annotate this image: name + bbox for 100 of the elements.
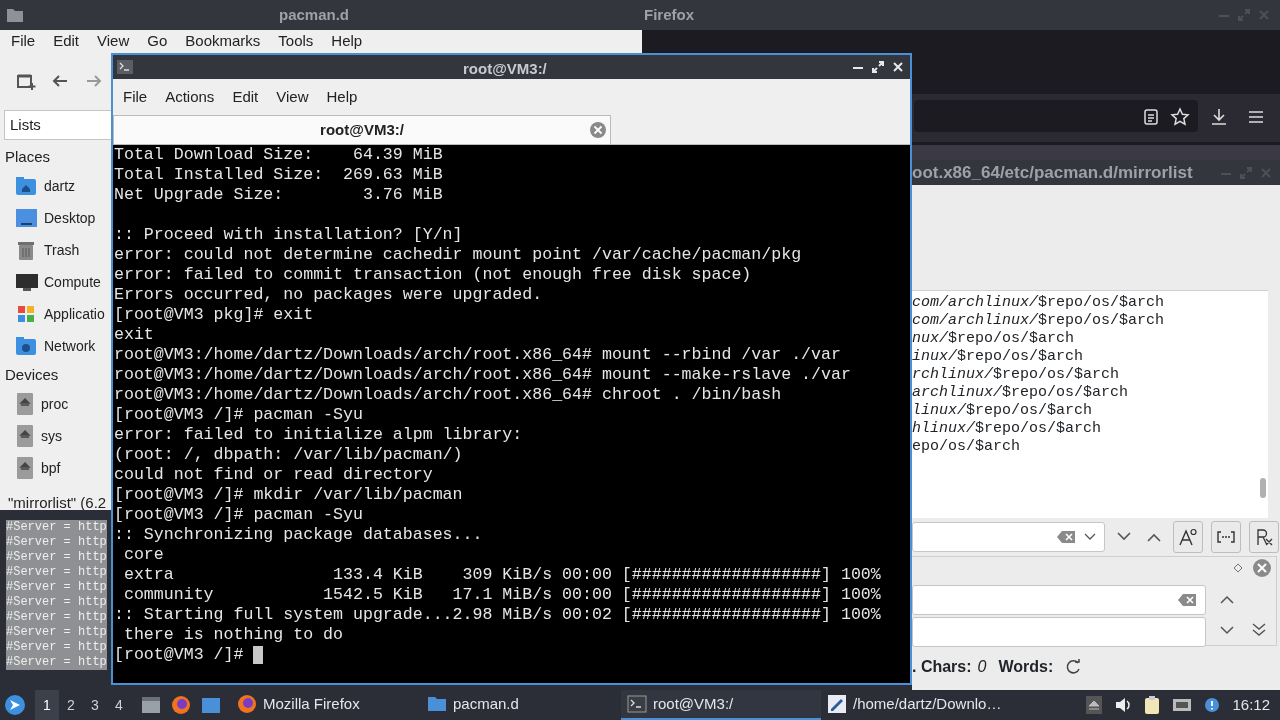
link[interactable]: rchlinux/ [912,366,993,383]
terminal-line: :: Proceed with installation? [Y/n] [114,225,464,245]
link[interactable]: hlinux/ [912,420,975,437]
drive-icon [15,424,35,448]
regex-button[interactable] [1249,521,1279,553]
reader-view-icon[interactable] [1142,108,1160,126]
caret-icon[interactable] [1084,532,1096,542]
window-title: Firefox [644,4,694,25]
sidebar-item[interactable]: Desktop [44,207,96,229]
network-icon[interactable] [1172,697,1193,713]
code-line: epo/os/$arch [912,438,1022,456]
regex-icon [1254,527,1274,547]
link[interactable]: com/archlinux/ [912,294,1039,311]
status-label: . Chars: [912,657,972,677]
window-title: oot.x86_64/etc/pacman.d/mirrorlist [912,161,1193,184]
taskbar-button[interactable]: Mozilla Firefox [231,690,421,720]
workspace-button[interactable]: 3 [83,690,107,720]
workspace-button[interactable]: 1 [35,690,59,720]
menu-item[interactable]: Help [322,30,372,53]
link[interactable]: inux/ [912,348,957,365]
terminal-line: [root@VM3 /]# mkdir /var/lib/pacman [114,485,464,505]
replace-field[interactable] [912,617,1206,647]
double-down-arrow-icon[interactable] [1250,623,1268,637]
sidebar-item[interactable]: Trash [44,239,80,261]
menu-item[interactable]: Tools [269,30,323,53]
whole-words-button[interactable] [1211,521,1241,553]
taskbar-button[interactable]: /home/dartz/Downlo… [821,690,1061,720]
terminal-line: [root@VM3 pkg]# exit [114,305,315,325]
menu-item[interactable]: View [88,30,139,53]
code-line: inux/$repo/os/$arch [912,348,1085,366]
menu-item[interactable]: File [114,85,157,109]
drive-icon [15,456,35,480]
find-field[interactable] [912,522,1105,552]
text-cursor [253,646,264,664]
menu-item[interactable]: Help [317,85,367,109]
window-icon[interactable] [201,696,221,714]
terminal-line: community 1542.5 KiB 17.1 MiB/s 00:00 [###################] 100% [122,585,882,605]
file-manager-icon[interactable] [141,696,161,714]
maximize-icon[interactable] [870,59,886,75]
taskbar-button[interactable]: pacman.d [421,690,621,720]
sidebar-item[interactable]: dartz [44,175,76,197]
eject-icon[interactable] [1086,696,1103,714]
terminal-line: Errors occurred, no packages were upgraded. [114,285,544,305]
volume-icon[interactable] [1114,696,1133,714]
link[interactable]: linux/ [912,402,966,419]
terminal-line: there is nothing to do [122,625,345,645]
scrollbar-thumb[interactable] [1260,478,1266,498]
sidebar-item[interactable]: Network [44,335,96,357]
menu-item[interactable]: File [2,30,45,53]
terminal-line: root@VM3:/home/dartz/Downloads/arch/root.x86_64# chroot . /bin/bash [114,385,783,405]
terminal-line: root@VM3:/home/dartz/Downloads/arch/root.x86_64# mount --rbind /var ./var [114,345,842,365]
terminal-line: root@VM3:/home/dartz/Downloads/arch/root.x86_64# mount --make-rslave ./var [114,365,852,385]
terminal-line: (root: /, dbpath: /var/lib/pacman/) [114,445,464,465]
clear-icon[interactable] [1056,530,1076,544]
workspace-button[interactable]: 2 [59,690,83,720]
link[interactable]: nux/ [912,330,948,347]
refresh-icon[interactable] [1065,659,1082,675]
terminal-line: :: Starting full system upgrade...2.98 MiB/s 00:02 [###################] 100% [114,605,882,625]
side-pane-selector[interactable]: Lists [4,110,111,140]
clear-icon[interactable] [1177,593,1197,607]
star-icon[interactable] [1170,107,1190,127]
desktop-icon [15,207,38,229]
notification-icon[interactable] [1204,697,1221,713]
code-line: nux/$repo/os/$arch [912,330,1076,348]
diamond-icon[interactable] [1233,563,1243,573]
browser-icon[interactable] [171,695,191,715]
link[interactable]: archlinux/ [912,384,1002,401]
clipboard-icon[interactable] [1144,695,1161,715]
brackets-icon [1216,530,1236,544]
match-case-button[interactable] [1173,521,1203,553]
link[interactable]: com/archlinux/ [912,312,1039,329]
code-line: linux/$repo/os/$arch [912,402,1094,420]
menu-item[interactable]: Go [138,30,177,53]
sidebar-item[interactable]: bpf [41,457,61,479]
sidebar-item[interactable]: proc [41,393,69,415]
workspace-button[interactable]: 4 [107,690,131,720]
sidebar-item[interactable]: sys [41,425,62,447]
menu-item[interactable]: Edit [44,30,89,53]
download-icon[interactable] [1209,107,1229,127]
section-heading: Devices [4,364,60,385]
code-line: com/archlinux/$repo/os/$arch [912,312,1166,330]
menu-item[interactable]: Bookmarks [176,30,270,53]
sidebar-item[interactable]: Applicatio [44,303,105,325]
menu-item[interactable]: Actions [156,85,224,109]
status-value: 0 [977,657,987,677]
start-menu-icon[interactable] [4,694,26,716]
match-case-icon [1178,527,1198,547]
terminal-line: error: could not determine cachedir mount point /var/cache/pacman/pkg [114,245,803,265]
terminal-line: :: Synchronizing package databases... [114,525,484,545]
taskbar-button[interactable]: root@VM3:/ [621,690,821,720]
search-field[interactable] [912,585,1206,615]
sidebar-item[interactable]: Compute [44,271,101,293]
code-line: rchlinux/$repo/os/$arch [912,366,1121,384]
window-title: pacman.d [279,4,350,25]
terminal-tab[interactable]: root@VM3:/ [113,115,611,144]
address-bar[interactable] [914,100,1198,132]
menu-item[interactable]: Edit [223,85,268,109]
code-line: hlinux/$repo/os/$arch [912,420,1103,438]
menu-item[interactable]: View [267,85,318,109]
terminal-line: error: failed to initialize alpm library: [114,425,524,445]
